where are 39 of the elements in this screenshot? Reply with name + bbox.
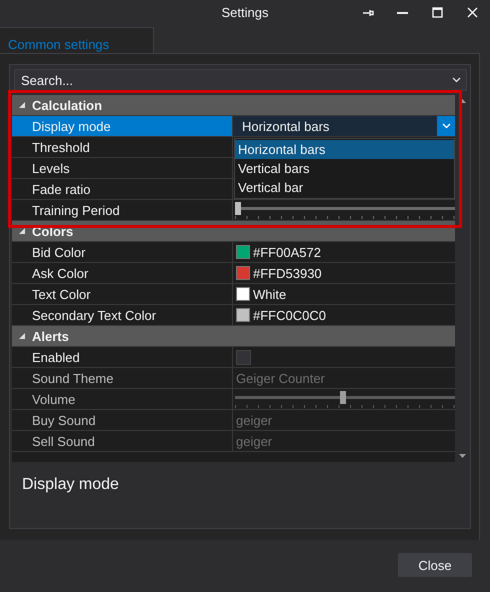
checkbox[interactable] xyxy=(236,350,251,364)
color-swatch[interactable] xyxy=(236,308,250,322)
property-value: #FFC0C0C0 xyxy=(252,308,326,322)
property-name[interactable]: Enabled xyxy=(12,347,233,367)
property-name[interactable]: Ask Color xyxy=(12,263,233,283)
slider-track[interactable] xyxy=(235,391,455,404)
scroll-down-icon xyxy=(459,454,466,458)
search-field[interactable]: Search... xyxy=(14,69,467,91)
color-swatch[interactable] xyxy=(236,287,250,301)
property-name[interactable]: Training Period xyxy=(12,200,233,220)
slider-thumb[interactable] xyxy=(235,202,241,215)
dropdown-option[interactable]: Horizontal bars xyxy=(235,140,454,159)
property-value: White xyxy=(252,286,286,302)
dropdown[interactable]: Horizontal bars xyxy=(233,116,455,136)
maximize-icon xyxy=(432,7,443,18)
property-name[interactable]: Display mode xyxy=(12,116,233,136)
property-value: #FFD53930 xyxy=(252,266,322,280)
property-name[interactable]: Bid Color xyxy=(12,242,233,262)
property-name[interactable]: Fade ratio xyxy=(12,179,233,199)
property-name[interactable]: Secondary Text Color xyxy=(12,305,233,325)
property-name[interactable]: Threshold xyxy=(12,137,233,157)
category-header[interactable]: Calculation xyxy=(12,95,455,116)
property-value: #FF00A572 xyxy=(252,244,321,260)
color-swatch[interactable] xyxy=(236,266,250,280)
property-name[interactable]: Levels xyxy=(12,158,233,178)
window-title: Settings xyxy=(222,5,268,20)
close-icon xyxy=(467,7,478,18)
close-button[interactable]: Close xyxy=(398,553,472,577)
pin-icon xyxy=(362,8,374,18)
color-swatch[interactable] xyxy=(236,245,250,259)
category-header[interactable]: Alerts xyxy=(12,326,455,347)
slider-track[interactable] xyxy=(235,202,455,215)
dropdown-option[interactable]: Vertical bars xyxy=(235,159,454,178)
chevron-down-icon xyxy=(442,123,450,129)
dropdown-option[interactable]: Vertical bar xyxy=(235,178,454,197)
scroll-up-icon xyxy=(459,99,466,103)
dropdown-value: Horizontal bars xyxy=(241,118,330,134)
property-name[interactable]: Text Color xyxy=(12,284,233,304)
chevron-down-icon xyxy=(452,77,461,83)
